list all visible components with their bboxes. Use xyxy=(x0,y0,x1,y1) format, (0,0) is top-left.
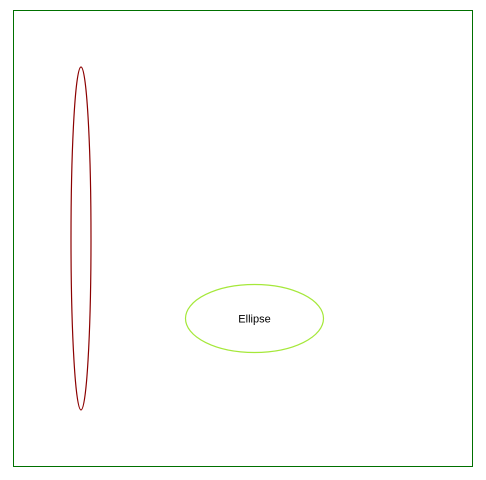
canvas-background xyxy=(0,0,486,480)
ellipse-label: Ellipse xyxy=(238,314,270,326)
diagram-canvas[interactable]: Ellipse xyxy=(0,0,486,480)
